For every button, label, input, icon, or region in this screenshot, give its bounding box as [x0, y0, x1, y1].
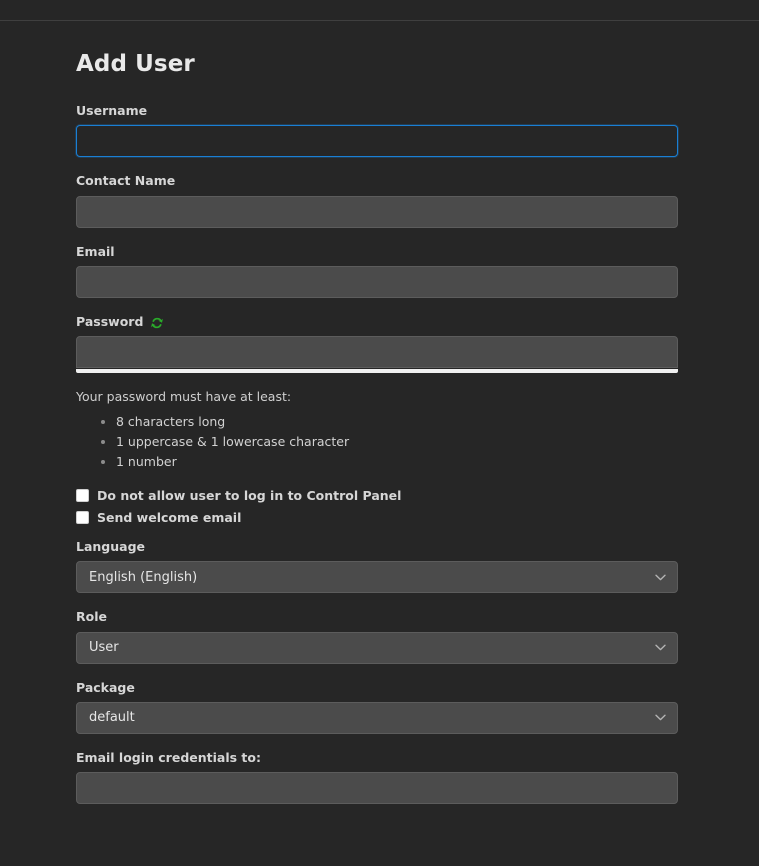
disallow-login-checkbox[interactable]	[76, 489, 89, 502]
content-area: Add User Username Contact Name Email Pas…	[0, 21, 759, 804]
email-input[interactable]	[76, 265, 678, 298]
field-group-username: Username	[76, 103, 683, 158]
field-group-email-credentials: Email login credentials to:	[76, 750, 683, 804]
role-label: Role	[76, 609, 107, 625]
field-group-contact-name: Contact Name	[76, 173, 683, 228]
password-label-row: Password	[76, 314, 683, 330]
role-select[interactable]: User	[76, 631, 678, 664]
role-select-value: User	[89, 640, 119, 655]
options-checkbox-group: Do not allow user to log in to Control P…	[76, 488, 683, 525]
field-group-package: Package default	[76, 680, 683, 734]
role-select-wrap: User	[76, 631, 678, 664]
field-group-role: Role User	[76, 609, 683, 664]
password-requirements: Your password must have at least: 8 char…	[76, 389, 683, 472]
page-title: Add User	[76, 51, 195, 77]
package-select[interactable]: default	[76, 701, 678, 734]
contact-name-input[interactable]	[76, 195, 678, 228]
list-item: 1 uppercase & 1 lowercase character	[116, 432, 683, 452]
package-select-value: default	[89, 710, 135, 726]
field-group-language: Language English (English)	[76, 539, 683, 594]
email-credentials-label: Email login credentials to:	[76, 749, 261, 765]
language-select-value: English (English)	[89, 569, 198, 585]
language-select[interactable]: English (English)	[76, 561, 678, 594]
password-requirement-list: 8 characters long 1 uppercase & 1 lowerc…	[76, 412, 683, 472]
password-input-holder	[76, 336, 678, 373]
disallow-login-row[interactable]: Do not allow user to log in to Control P…	[76, 488, 683, 503]
contact-name-label: Contact Name	[76, 173, 176, 189]
password-label: Password	[76, 313, 144, 329]
language-select-wrap: English (English)	[76, 561, 678, 594]
package-label: Package	[76, 679, 135, 695]
username-label: Username	[76, 103, 148, 118]
email-credentials-input[interactable]	[76, 772, 678, 804]
password-input[interactable]	[76, 336, 678, 368]
add-user-form: Add User Username Contact Name Email Pas…	[0, 21, 759, 804]
password-hint-intro: Your password must have at least:	[76, 389, 292, 404]
top-divider-strip	[0, 0, 759, 21]
email-label: Email	[76, 243, 115, 259]
send-welcome-email-checkbox[interactable]	[76, 511, 89, 524]
language-label: Language	[76, 539, 146, 554]
list-item: 1 number	[116, 452, 683, 472]
password-strength-meter	[76, 369, 678, 373]
field-group-password: Password	[76, 314, 683, 373]
package-select-wrap: default	[76, 701, 678, 734]
refresh-icon[interactable]	[150, 316, 164, 330]
disallow-login-label[interactable]: Do not allow user to log in to Control P…	[97, 488, 401, 503]
send-welcome-email-row[interactable]: Send welcome email	[76, 510, 683, 525]
field-group-email: Email	[76, 244, 683, 298]
add-user-page: Add User Username Contact Name Email Pas…	[0, 0, 759, 866]
send-welcome-email-label[interactable]: Send welcome email	[97, 510, 241, 525]
username-input[interactable]	[76, 125, 678, 158]
list-item: 8 characters long	[116, 412, 683, 432]
